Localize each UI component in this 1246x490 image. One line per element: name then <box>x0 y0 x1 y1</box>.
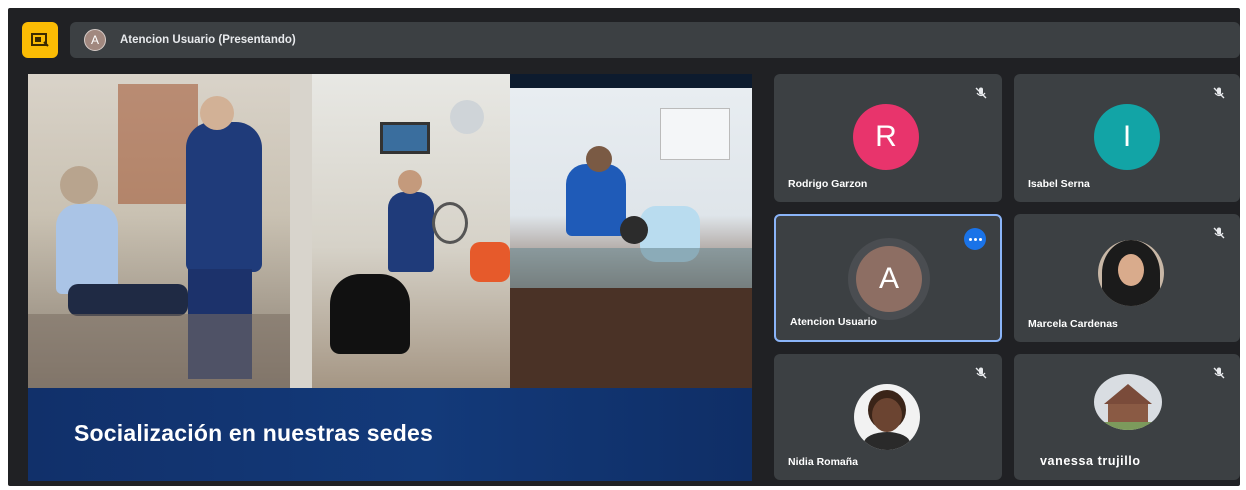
profile-photo <box>1098 240 1164 306</box>
participant-name: Rodrigo Garzon <box>788 178 868 190</box>
presenting-label: Atencion Usuario (Presentando) <box>120 34 296 46</box>
mic-off-icon <box>1213 87 1225 99</box>
photo-reception <box>290 74 510 388</box>
participant-name: Isabel Serna <box>1028 178 1090 190</box>
presenting-bar[interactable]: A Atencion Usuario (Presentando) <box>70 22 1240 58</box>
more-dots-icon <box>968 237 982 241</box>
more-options-button[interactable] <box>964 228 986 250</box>
avatar: A <box>856 246 922 312</box>
avatar: R <box>853 104 919 170</box>
mic-off-icon <box>1213 367 1225 379</box>
participant-tile-atencion-usuario[interactable]: A Atencion Usuario <box>774 214 1002 342</box>
present-screen-icon[interactable] <box>22 22 58 58</box>
mic-off-icon <box>975 367 987 379</box>
meet-window: A Atencion Usuario (Presentando) Sociali… <box>8 8 1240 486</box>
mic-off-icon <box>1213 227 1225 239</box>
profile-photo <box>1094 374 1162 430</box>
participant-name: Nidia Romaña <box>788 456 859 468</box>
participant-tile-vanessa-trujillo[interactable]: vanessa trujillo <box>1014 354 1240 480</box>
avatar: I <box>1094 104 1160 170</box>
photo-service-desk <box>510 74 752 388</box>
photo-waiting-room <box>28 74 290 388</box>
profile-photo <box>854 384 920 450</box>
presenter-avatar: A <box>84 29 106 51</box>
participant-tile-nidia-romana[interactable]: Nidia Romaña <box>774 354 1002 480</box>
participant-tile-isabel-serna[interactable]: I Isabel Serna <box>1014 74 1240 202</box>
participant-name: Atencion Usuario <box>790 316 877 328</box>
participant-name: vanessa trujillo <box>1040 454 1141 468</box>
mic-off-icon <box>975 87 987 99</box>
participant-tile-rodrigo-garzon[interactable]: R Rodrigo Garzon <box>774 74 1002 202</box>
participant-name: Marcela Cardenas <box>1028 318 1118 330</box>
shared-screen[interactable]: Socialización en nuestras sedes <box>28 74 752 481</box>
presentation-caption: Socialización en nuestras sedes <box>74 420 434 446</box>
participant-tile-marcela-cardenas[interactable]: Marcela Cardenas <box>1014 214 1240 342</box>
